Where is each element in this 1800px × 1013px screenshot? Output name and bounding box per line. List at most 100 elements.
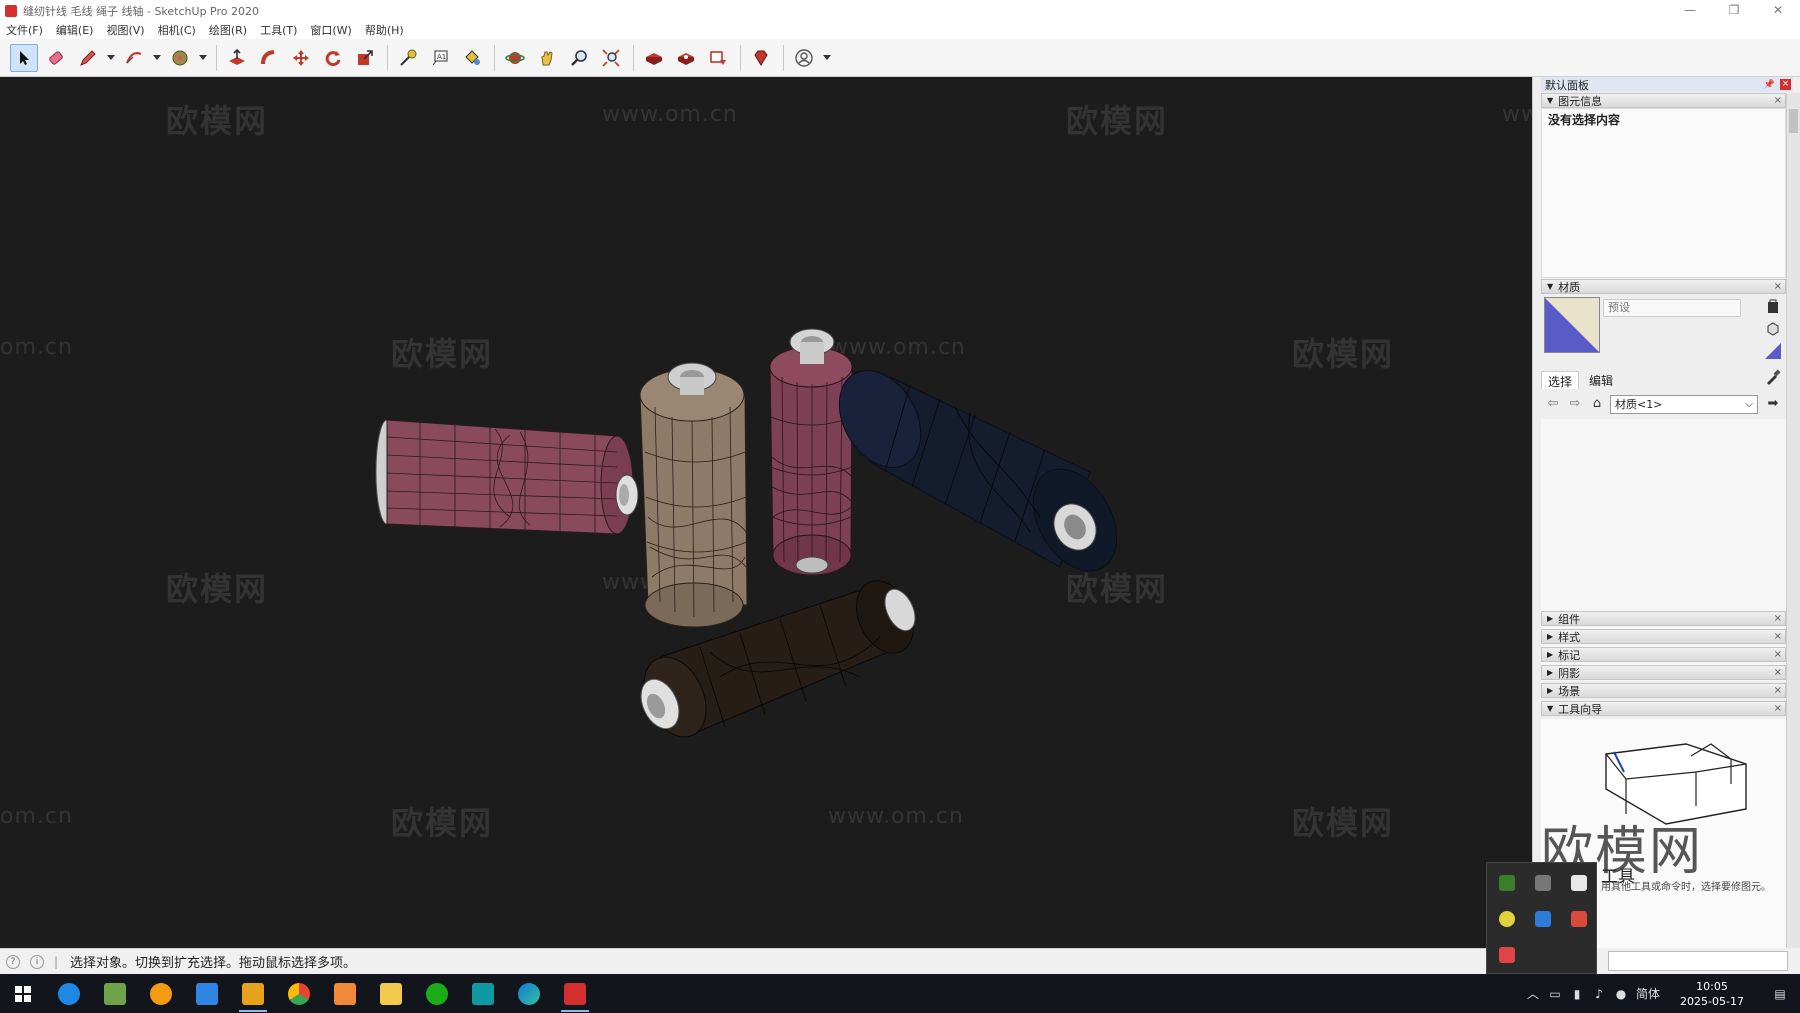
material-swatch[interactable] xyxy=(1544,297,1600,353)
back-arrow-icon[interactable]: ⇦ xyxy=(1544,395,1562,413)
entity-info-header[interactable]: ▼ 图元信息 × xyxy=(1541,93,1786,108)
tray-scrollbar[interactable] xyxy=(1786,93,1800,948)
credits-icon[interactable]: i xyxy=(30,954,44,969)
rotate-tool-button[interactable] xyxy=(319,44,347,72)
taskbar-app[interactable] xyxy=(184,974,230,1013)
account-dropdown-arrow[interactable] xyxy=(822,44,832,72)
pan-tool-button[interactable] xyxy=(533,44,561,72)
zoom-tool-button[interactable] xyxy=(565,44,593,72)
tape-measure-tool-button[interactable] xyxy=(394,44,422,72)
material-name-field[interactable]: 预设 xyxy=(1603,299,1741,317)
taskbar-app[interactable] xyxy=(230,974,276,1013)
create-material-icon[interactable] xyxy=(1765,299,1781,315)
menu-tools[interactable]: 工具(T) xyxy=(260,22,297,38)
restore-button[interactable]: ❐ xyxy=(1712,0,1756,21)
start-button[interactable] xyxy=(0,974,46,1013)
tray-app-icon[interactable] xyxy=(1499,947,1515,963)
push-pull-tool-button[interactable] xyxy=(223,44,251,72)
spool-navy-diagonal[interactable] xyxy=(823,356,1134,586)
ruby-console-button[interactable] xyxy=(747,44,775,72)
shadows-header[interactable]: ▶ 阴影 × xyxy=(1541,665,1786,680)
scrollbar-thumb[interactable] xyxy=(1789,109,1798,133)
tray-app-icon[interactable] xyxy=(1571,911,1587,927)
follow-me-tool-button[interactable] xyxy=(255,44,283,72)
tray-app-icon[interactable] xyxy=(1535,875,1551,891)
scale-tool-button[interactable] xyxy=(351,44,379,72)
taskbar-sketchup[interactable] xyxy=(552,974,598,1013)
orbit-tool-button[interactable] xyxy=(501,44,529,72)
sample-paint-icon[interactable] xyxy=(1765,369,1781,385)
taskbar-3dsmax[interactable] xyxy=(460,974,506,1013)
menu-file[interactable]: 文件(F) xyxy=(6,22,43,38)
text-tool-button[interactable]: A1 xyxy=(426,44,454,72)
security-icon[interactable]: ▮ xyxy=(1566,987,1588,1001)
network-icon[interactable]: ▭ xyxy=(1544,987,1566,1001)
pencil-tool-button[interactable] xyxy=(74,44,102,72)
section-close-icon[interactable]: × xyxy=(1774,631,1782,642)
menu-window[interactable]: 窗口(W) xyxy=(310,22,351,38)
arc-dropdown-arrow[interactable] xyxy=(152,44,162,72)
home-icon[interactable]: ⌂ xyxy=(1588,395,1606,413)
taskbar-edge[interactable] xyxy=(506,974,552,1013)
section-close-icon[interactable]: × xyxy=(1774,667,1782,678)
menu-view[interactable]: 视图(V) xyxy=(106,22,144,38)
taskbar-app[interactable] xyxy=(322,974,368,1013)
taskbar-wechat[interactable] xyxy=(414,974,460,1013)
menu-help[interactable]: 帮助(H) xyxy=(365,22,404,38)
warehouse-button[interactable] xyxy=(640,44,668,72)
spool-beige-upright[interactable] xyxy=(639,362,748,628)
volume-icon[interactable]: ♪ xyxy=(1588,987,1610,1001)
model-viewport[interactable]: 欧模网 www.om.cn 欧模网 www.om.cn om.cn 欧模网 ww… xyxy=(0,77,1532,948)
components-header[interactable]: ▶ 组件 × xyxy=(1541,611,1786,626)
tab-select[interactable]: 选择 xyxy=(1541,371,1580,389)
styles-header[interactable]: ▶ 样式 × xyxy=(1541,629,1786,644)
clock[interactable]: 10:05 2025-05-17 xyxy=(1672,979,1752,1009)
account-button[interactable] xyxy=(790,44,818,72)
tray-app-icon[interactable] xyxy=(1499,875,1515,891)
scenes-header[interactable]: ▶ 场景 × xyxy=(1541,683,1786,698)
tray-close-button[interactable]: × xyxy=(1780,79,1791,90)
zoom-extents-tool-button[interactable] xyxy=(597,44,625,72)
instructor-header[interactable]: ▼ 工具向导 × xyxy=(1541,701,1786,716)
tags-header[interactable]: ▶ 标记 × xyxy=(1541,647,1786,662)
arc-tool-button[interactable] xyxy=(120,44,148,72)
circle-tool-button[interactable] xyxy=(166,44,194,72)
taskbar-app[interactable] xyxy=(138,974,184,1013)
layout-button[interactable] xyxy=(704,44,732,72)
close-button[interactable]: ✕ xyxy=(1756,0,1800,21)
taskbar-chrome[interactable] xyxy=(276,974,322,1013)
notification-center-icon[interactable]: ▤ xyxy=(1760,987,1800,1001)
wechat-tray-icon[interactable]: ● xyxy=(1610,987,1632,1001)
taskbar-explorer[interactable] xyxy=(368,974,414,1013)
forward-arrow-icon[interactable]: ⇨ xyxy=(1566,395,1584,413)
section-close-icon[interactable]: × xyxy=(1774,281,1782,292)
section-close-icon[interactable]: × xyxy=(1774,613,1782,624)
spool-rose-upright[interactable] xyxy=(769,328,853,576)
extension-warehouse-button[interactable] xyxy=(672,44,700,72)
tray-app-icon[interactable] xyxy=(1535,911,1551,927)
taskbar-app[interactable] xyxy=(92,974,138,1013)
tray-app-icon[interactable] xyxy=(1499,911,1515,927)
default-material-icon[interactable] xyxy=(1765,343,1781,359)
pencil-dropdown-arrow[interactable] xyxy=(106,44,116,72)
minimize-button[interactable]: — xyxy=(1668,0,1712,21)
taskbar-ie[interactable] xyxy=(46,974,92,1013)
spool-pink-horizontal[interactable] xyxy=(375,419,639,535)
pin-icon[interactable]: 📌 xyxy=(1764,80,1775,90)
menu-edit[interactable]: 编辑(E) xyxy=(56,22,94,38)
menu-draw[interactable]: 绘图(R) xyxy=(209,22,247,38)
section-close-icon[interactable]: × xyxy=(1774,95,1782,106)
section-close-icon[interactable]: × xyxy=(1774,703,1782,714)
measurements-input[interactable] xyxy=(1608,951,1788,971)
paint-bucket-tool-button[interactable] xyxy=(458,44,486,72)
details-arrow-icon[interactable]: ➡ xyxy=(1764,395,1782,413)
geo-location-icon[interactable]: ? xyxy=(6,954,20,969)
eraser-tool-button[interactable] xyxy=(42,44,70,72)
circle-dropdown-arrow[interactable] xyxy=(198,44,208,72)
section-close-icon[interactable]: × xyxy=(1774,685,1782,696)
section-close-icon[interactable]: × xyxy=(1774,649,1782,660)
tab-edit[interactable]: 编辑 xyxy=(1583,371,1619,389)
menu-camera[interactable]: 相机(C) xyxy=(158,22,196,38)
ime-indicator[interactable]: 简体 xyxy=(1632,985,1664,1002)
move-tool-button[interactable] xyxy=(287,44,315,72)
